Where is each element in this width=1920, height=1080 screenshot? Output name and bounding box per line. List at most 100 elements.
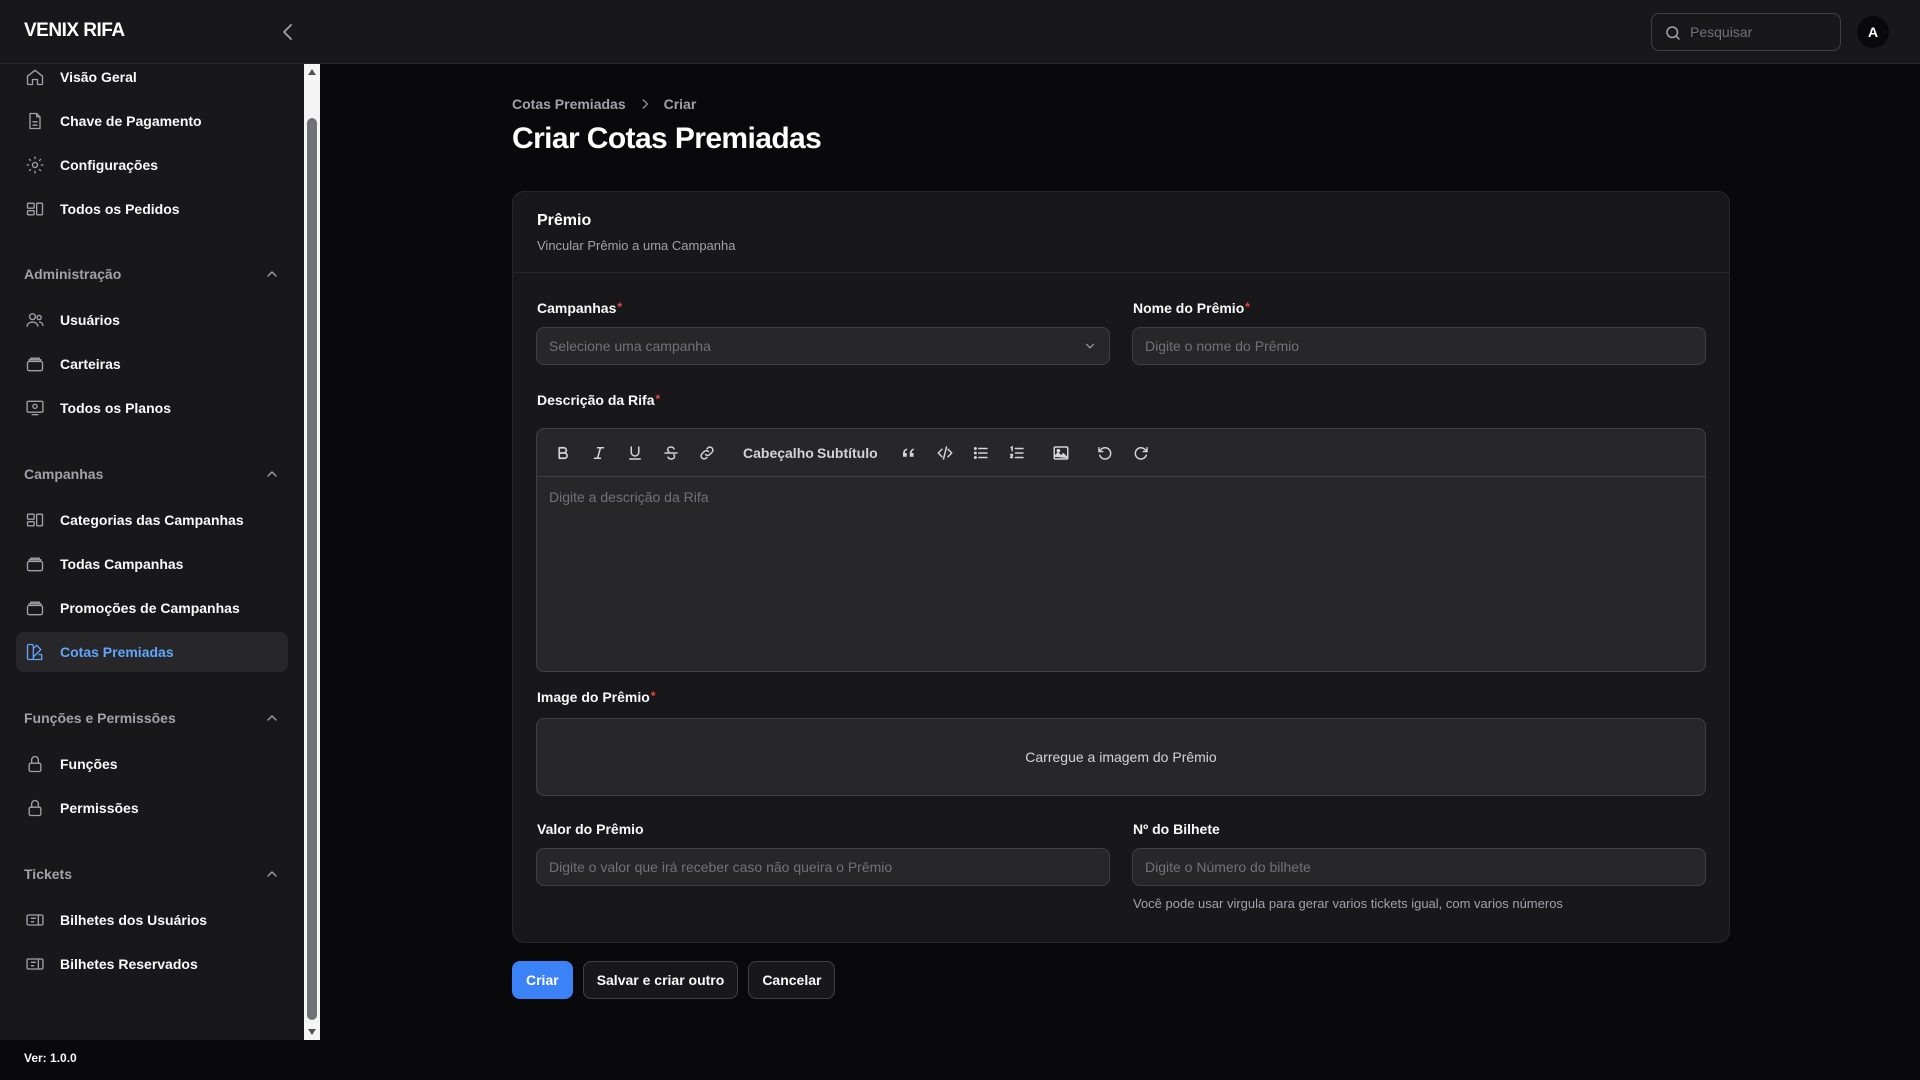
home-icon xyxy=(24,66,46,88)
sidebar-item-cotas-premiadas[interactable]: Cotas Premiadas xyxy=(16,632,288,672)
sidebar-item-configuracoes[interactable]: Configurações xyxy=(16,145,288,185)
sidebar-item-todos-planos[interactable]: Todos os Planos xyxy=(16,388,288,428)
bullet-list-icon xyxy=(973,447,988,459)
sidebar-nav: Visão Geral Chave de Pagamento Configura… xyxy=(0,64,304,1040)
sidebar-item-label: Visão Geral xyxy=(60,69,137,85)
scrollbar-thumb[interactable] xyxy=(307,118,317,1020)
subheading-button[interactable]: Subtítulo xyxy=(817,441,878,465)
valor-premio-field[interactable] xyxy=(536,848,1110,886)
image-upload-dropzone[interactable]: Carregue a imagem do Prêmio xyxy=(536,718,1706,796)
undo-icon xyxy=(1098,447,1112,460)
version-label: Ver: 1.0.0 xyxy=(24,1051,77,1065)
group-campanhas-toggle[interactable]: Campanhas xyxy=(24,462,280,486)
link-button[interactable] xyxy=(695,441,719,465)
required-mark: * xyxy=(650,689,656,703)
breadcrumb-parent-link[interactable]: Cotas Premiadas xyxy=(512,96,626,112)
campanhas-select[interactable]: Selecione uma campanha xyxy=(536,327,1110,365)
search-input[interactable] xyxy=(1690,14,1835,50)
campanhas-label: Campanhas* xyxy=(537,300,622,316)
lock-icon xyxy=(24,753,46,775)
sidebar-item-label: Todos os Pedidos xyxy=(60,201,180,217)
label-text: Descrição da Rifa xyxy=(537,392,655,408)
sidebar-item-funcoes[interactable]: Funções xyxy=(16,744,288,784)
users-icon xyxy=(24,309,46,331)
sidebar-item-todas-campanhas[interactable]: Todas Campanhas xyxy=(16,544,288,584)
sidebar-item-label: Bilhetes dos Usuários xyxy=(60,912,208,928)
sidebar-item-permissoes[interactable]: Permissões xyxy=(16,788,288,828)
sidebar-item-usuarios[interactable]: Usuários xyxy=(16,300,288,340)
blockquote-button[interactable] xyxy=(897,441,921,465)
italic-icon xyxy=(593,447,605,459)
sidebar-item-label: Funções xyxy=(60,756,118,772)
underline-icon xyxy=(629,446,641,460)
rich-text-editor[interactable]: Cabeçalho Subtítulo Digite a descrição d… xyxy=(536,428,1706,672)
form-actions: Criar Salvar e criar outro Cancelar xyxy=(512,961,836,999)
required-mark: * xyxy=(655,392,661,406)
group-title: Administração xyxy=(24,266,122,282)
heading-button[interactable]: Cabeçalho xyxy=(743,441,814,465)
sidebar-item-label: Todas Campanhas xyxy=(60,556,184,572)
valor-premio-label: Valor do Prêmio xyxy=(537,821,644,837)
group-tickets-toggle[interactable]: Tickets xyxy=(24,862,280,886)
chevron-up-icon xyxy=(267,471,277,477)
sidebar-item-bilhetes-usuarios[interactable]: Bilhetes dos Usuários xyxy=(16,900,288,940)
label-text: Valor do Prêmio xyxy=(537,821,644,837)
group-administracao-toggle[interactable]: Administração xyxy=(24,262,280,286)
required-mark: * xyxy=(617,300,623,314)
bold-icon xyxy=(558,446,568,460)
sidebar-item-promocoes-campanhas[interactable]: Promoções de Campanhas xyxy=(16,588,288,628)
underline-button[interactable] xyxy=(623,441,647,465)
search-box[interactable] xyxy=(1651,13,1841,51)
scroll-up-arrow-icon[interactable] xyxy=(308,69,316,75)
editor-toolbar: Cabeçalho Subtítulo xyxy=(537,429,1705,477)
numero-bilhete-label: Nº do Bilhete xyxy=(1133,821,1220,837)
undo-button[interactable] xyxy=(1093,441,1117,465)
sidebar-item-todos-pedidos[interactable]: Todos os Pedidos xyxy=(16,189,288,229)
label-text: Nome do Prêmio xyxy=(1133,300,1245,316)
group-funcoes-permissoes-toggle[interactable]: Funções e Permissões xyxy=(24,706,280,730)
sidebar-item-carteiras[interactable]: Carteiras xyxy=(16,344,288,384)
sidebar-item-label: Permissões xyxy=(60,800,139,816)
editor-placeholder: Digite a descrição da Rifa xyxy=(549,489,709,505)
bullet-list-button[interactable] xyxy=(969,441,993,465)
strikethrough-icon xyxy=(664,446,678,460)
image-icon xyxy=(1053,446,1069,460)
redo-button[interactable] xyxy=(1129,441,1153,465)
label-text: Image do Prêmio xyxy=(537,689,650,705)
collapse-sidebar-button[interactable] xyxy=(276,20,300,44)
create-button[interactable]: Criar xyxy=(512,961,573,999)
sidebar-item-categorias-campanhas[interactable]: Categorias das Campanhas xyxy=(16,500,288,540)
bold-button[interactable] xyxy=(551,441,575,465)
sidebar-item-bilhetes-reservados[interactable]: Bilhetes Reservados xyxy=(16,944,288,984)
save-and-create-another-button[interactable]: Salvar e criar outro xyxy=(582,961,739,999)
sidebar-item-visao-geral[interactable]: Visão Geral xyxy=(16,64,288,97)
nome-premio-input[interactable] xyxy=(1133,328,1705,364)
numero-bilhete-input[interactable] xyxy=(1133,849,1705,885)
sidebar-item-label: Todos os Planos xyxy=(60,400,171,416)
group-title: Funções e Permissões xyxy=(24,710,176,726)
numero-bilhete-field[interactable] xyxy=(1132,848,1706,886)
screen-user-icon xyxy=(24,397,46,419)
strikethrough-button[interactable] xyxy=(659,441,683,465)
sidebar-scrollbar[interactable] xyxy=(304,64,320,1040)
cancel-button[interactable]: Cancelar xyxy=(748,961,836,999)
user-avatar[interactable]: A xyxy=(1857,16,1889,48)
valor-premio-input[interactable] xyxy=(537,849,1109,885)
nome-premio-field[interactable] xyxy=(1132,327,1706,365)
redo-icon xyxy=(1134,447,1148,460)
ordered-list-button[interactable] xyxy=(1005,441,1029,465)
label-text: Campanhas xyxy=(537,300,617,316)
group-title: Tickets xyxy=(24,866,72,882)
scroll-down-arrow-icon[interactable] xyxy=(308,1029,316,1035)
sidebar-item-label: Configurações xyxy=(60,157,159,173)
group-title: Campanhas xyxy=(24,466,104,482)
code-block-button[interactable] xyxy=(933,441,957,465)
sidebar-item-chave-pagamento[interactable]: Chave de Pagamento xyxy=(16,101,288,141)
sidebar-item-label: Usuários xyxy=(60,312,120,328)
page-title: Criar Cotas Premiadas xyxy=(512,122,822,155)
sidebar-item-label: Promoções de Campanhas xyxy=(60,600,240,616)
italic-button[interactable] xyxy=(587,441,611,465)
insert-image-button[interactable] xyxy=(1049,441,1073,465)
brand-logo[interactable]: VENIX RIFA xyxy=(24,20,125,42)
sidebar-item-label: Bilhetes Reservados xyxy=(60,956,198,972)
